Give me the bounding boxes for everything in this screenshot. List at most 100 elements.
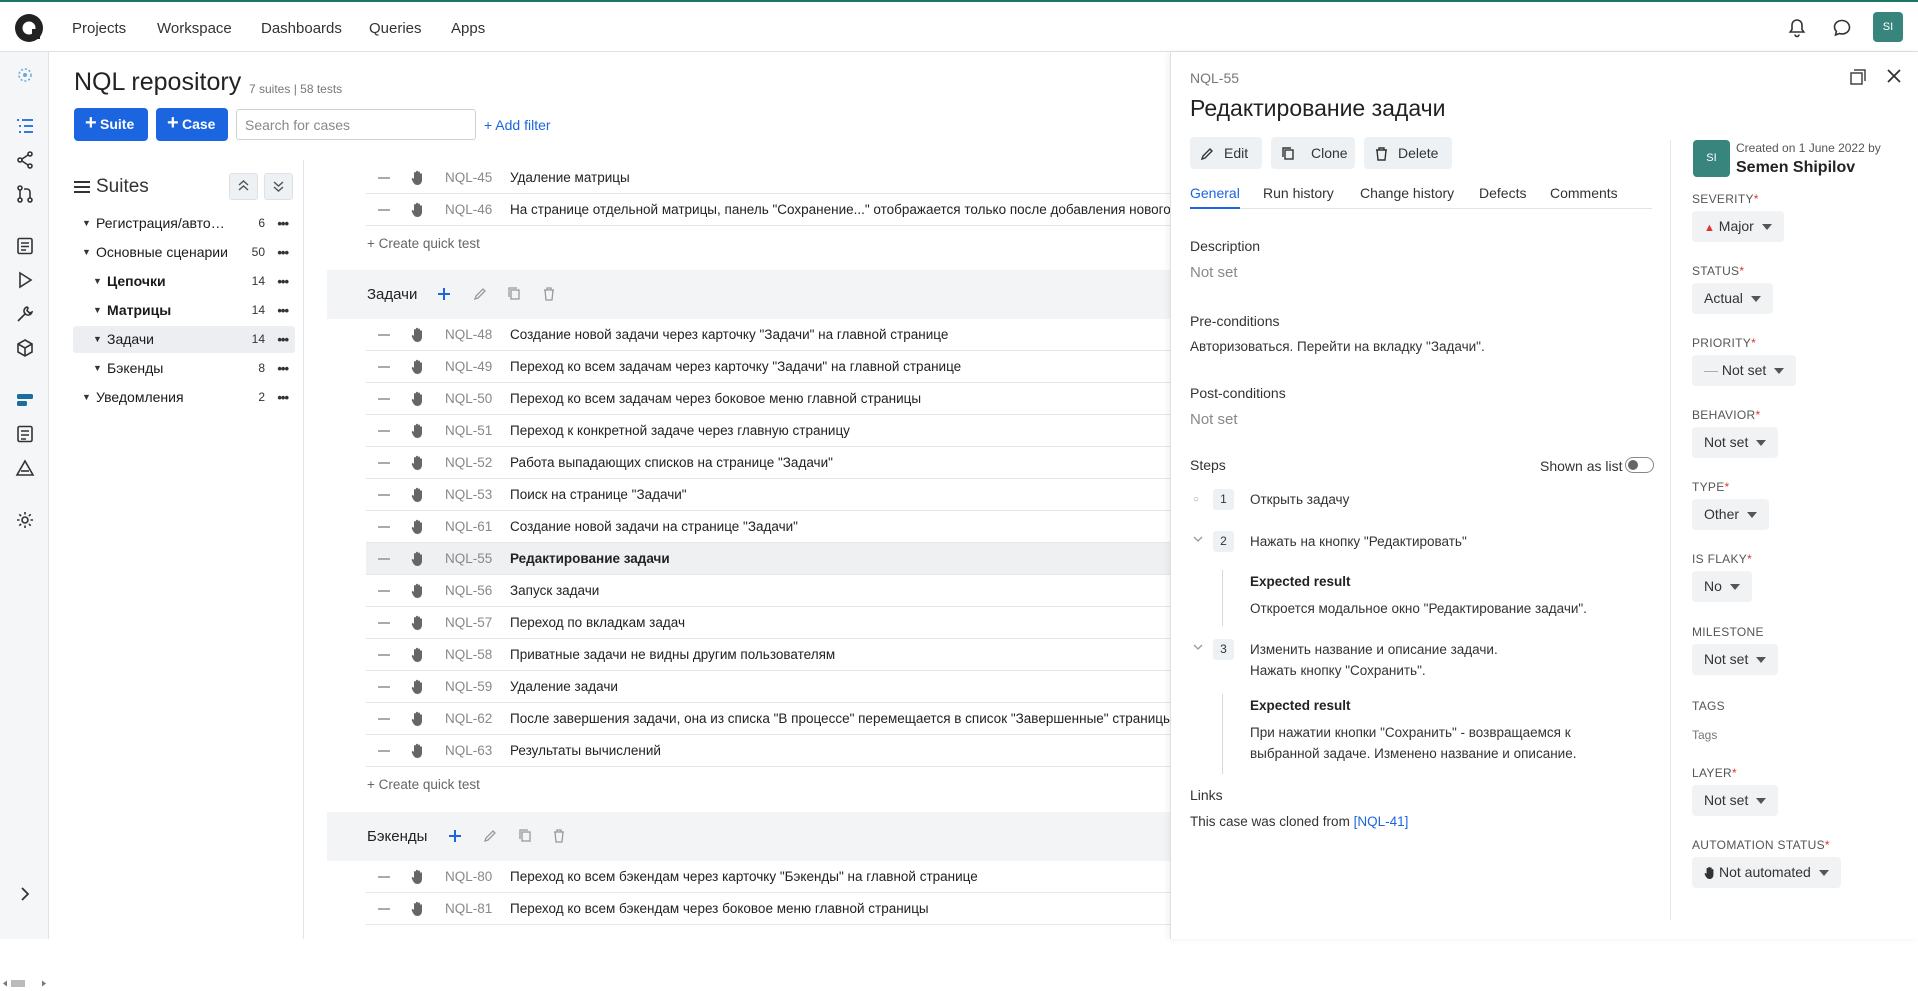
table-row[interactable]: NQL-58 Приватные задачи не видны другим п… bbox=[366, 639, 1170, 671]
drag-handle-icon[interactable] bbox=[378, 686, 390, 688]
warning-triangle-icon[interactable] bbox=[15, 458, 35, 478]
step-action[interactable]: Нажать на кнопку "Редактировать" bbox=[1250, 531, 1467, 552]
more-dots-icon[interactable]: ••• bbox=[277, 239, 289, 266]
tab-comments[interactable]: Comments bbox=[1550, 185, 1618, 201]
database-icon[interactable] bbox=[15, 390, 35, 410]
tab-defects[interactable]: Defects bbox=[1479, 185, 1526, 201]
table-row[interactable]: NQL-45 Удаление матрицы bbox=[366, 162, 1170, 194]
caret-down-icon[interactable]: ▼ bbox=[82, 239, 91, 266]
type-select[interactable]: Other bbox=[1692, 499, 1770, 530]
drag-handle-icon[interactable] bbox=[378, 462, 390, 464]
tab-general[interactable]: General bbox=[1190, 185, 1240, 201]
drag-handle-icon[interactable] bbox=[378, 177, 390, 179]
priority-select[interactable]: — Not set bbox=[1692, 355, 1797, 386]
drag-handle-icon[interactable] bbox=[378, 750, 390, 752]
suite-notifications[interactable]: ▼ Уведомления 2 ••• bbox=[73, 384, 295, 411]
shared-steps-icon[interactable] bbox=[15, 150, 35, 170]
table-row[interactable]: NQL-48 Создание новой задачи через карточ… bbox=[366, 319, 1170, 351]
tab-run-history[interactable]: Run history bbox=[1263, 185, 1334, 201]
collapse-all-button[interactable] bbox=[229, 173, 258, 200]
pencil-icon[interactable] bbox=[482, 827, 498, 845]
horizontal-scrollbar[interactable] bbox=[0, 976, 49, 991]
milestone-select[interactable]: Not set bbox=[1692, 644, 1779, 675]
expand-sidebar-icon[interactable] bbox=[15, 884, 35, 904]
search-input[interactable] bbox=[236, 109, 476, 140]
project-logo-icon[interactable] bbox=[15, 65, 35, 85]
automation-status-select[interactable]: Not automated bbox=[1692, 857, 1841, 888]
table-row[interactable]: NQL-49 Переход ко всем задачам через карт… bbox=[366, 351, 1170, 383]
add-filter-button[interactable]: + Add filter bbox=[484, 117, 551, 133]
expected-result-text[interactable]: Откроется модальное окно "Редактирование… bbox=[1250, 598, 1587, 619]
nav-projects[interactable]: Projects bbox=[72, 20, 126, 37]
plus-icon[interactable] bbox=[436, 285, 452, 303]
tags-input[interactable]: Tags bbox=[1692, 728, 1717, 742]
behavior-select[interactable]: Not set bbox=[1692, 427, 1779, 458]
add-suite-button[interactable]: + Suite bbox=[74, 108, 148, 141]
layer-select[interactable]: Not set bbox=[1692, 785, 1779, 816]
delete-button[interactable]: Delete bbox=[1364, 137, 1452, 169]
expected-result-line1[interactable]: При нажатии кнопки "Сохранить" - возвращ… bbox=[1250, 722, 1571, 743]
copy-icon[interactable] bbox=[506, 285, 522, 303]
suite-main-scenarios[interactable]: ▼ Основные сценарии 50 ••• bbox=[73, 239, 295, 266]
preconditions-value[interactable]: Авторизоваться. Перейти на вкладку "Зада… bbox=[1190, 339, 1485, 354]
shown-as-list-toggle[interactable] bbox=[1625, 457, 1654, 473]
cloned-from-link[interactable]: [NQL-41] bbox=[1354, 814, 1409, 829]
table-row[interactable]: NQL-53 Поиск на странице "Задачи" bbox=[366, 479, 1170, 511]
description-value[interactable]: Not set bbox=[1190, 264, 1238, 281]
tab-change-history[interactable]: Change history bbox=[1360, 185, 1454, 201]
chevron-down-icon[interactable] bbox=[1193, 642, 1203, 652]
suite-matrices[interactable]: ▼ Матрицы 14 ••• bbox=[73, 297, 295, 324]
drag-handle-icon[interactable] bbox=[378, 654, 390, 656]
expand-all-button[interactable] bbox=[264, 173, 293, 200]
table-row[interactable]: NQL-61 Создание новой задачи на странице … bbox=[366, 511, 1170, 543]
document-icon[interactable] bbox=[15, 424, 35, 444]
drag-handle-icon[interactable] bbox=[378, 430, 390, 432]
table-row[interactable]: NQL-55 Редактирование задачи bbox=[366, 543, 1170, 575]
nav-workspace[interactable]: Workspace bbox=[157, 20, 232, 37]
test-plans-icon[interactable] bbox=[15, 236, 35, 256]
table-row[interactable]: NQL-52 Работа выпадающих списков на стран… bbox=[366, 447, 1170, 479]
wrench-icon[interactable] bbox=[15, 304, 35, 324]
nav-queries[interactable]: Queries bbox=[369, 20, 422, 37]
expected-result-line2[interactable]: выбранной задаче. Изменено название и оп… bbox=[1250, 743, 1576, 764]
drag-handle-icon[interactable] bbox=[378, 590, 390, 592]
step-action-line1[interactable]: Изменить название и описание задачи. bbox=[1250, 639, 1498, 660]
more-dots-icon[interactable]: ••• bbox=[277, 297, 289, 324]
table-row[interactable]: NQL-63 Результаты вычислений bbox=[366, 735, 1170, 767]
status-select[interactable]: Actual bbox=[1692, 283, 1773, 314]
drag-handle-icon[interactable] bbox=[378, 209, 390, 211]
edit-button[interactable]: Edit bbox=[1190, 137, 1262, 169]
drag-handle-icon[interactable] bbox=[378, 622, 390, 624]
drag-handle-icon[interactable] bbox=[378, 398, 390, 400]
table-row[interactable]: NQL-59 Удаление задачи bbox=[366, 671, 1170, 703]
suite-chains[interactable]: ▼ Цепочки 14 ••• bbox=[73, 268, 295, 295]
more-dots-icon[interactable]: ••• bbox=[277, 355, 289, 382]
test-runs-icon[interactable] bbox=[15, 270, 35, 290]
caret-down-icon[interactable]: ▼ bbox=[82, 384, 91, 411]
settings-gear-icon[interactable] bbox=[15, 510, 35, 530]
package-icon[interactable] bbox=[15, 338, 35, 358]
hamburger-icon[interactable] bbox=[74, 180, 90, 194]
is-flaky-select[interactable]: No bbox=[1692, 571, 1752, 602]
step-action-line2[interactable]: Нажать кнопку "Сохранить". bbox=[1250, 660, 1426, 681]
open-in-window-icon[interactable] bbox=[1849, 68, 1867, 86]
table-row[interactable]: NQL-81 Переход ко всем бэкендам через бок… bbox=[366, 893, 1170, 925]
suite-backends[interactable]: ▼ Бэкенды 8 ••• bbox=[73, 355, 295, 382]
test-cases-icon[interactable] bbox=[15, 116, 35, 136]
drag-handle-icon[interactable] bbox=[378, 558, 390, 560]
drag-handle-icon[interactable] bbox=[378, 366, 390, 368]
caret-down-icon[interactable]: ▼ bbox=[93, 326, 102, 353]
drag-handle-icon[interactable] bbox=[378, 876, 390, 878]
nav-dashboards[interactable]: Dashboards bbox=[261, 20, 342, 37]
create-quick-test-button[interactable]: + Create quick test bbox=[367, 236, 480, 251]
branches-icon[interactable] bbox=[15, 184, 35, 204]
table-row[interactable]: NQL-80 Переход ко всем бэкендам через кар… bbox=[366, 861, 1170, 893]
pencil-icon[interactable] bbox=[472, 285, 488, 303]
more-dots-icon[interactable]: ••• bbox=[277, 210, 289, 237]
postconditions-value[interactable]: Not set bbox=[1190, 411, 1238, 428]
chat-icon[interactable] bbox=[1832, 18, 1852, 38]
copy-icon[interactable] bbox=[517, 827, 533, 845]
table-row[interactable]: NQL-56 Запуск задачи bbox=[366, 575, 1170, 607]
severity-select[interactable]: ▲ Major bbox=[1692, 211, 1784, 242]
caret-down-icon[interactable]: ▼ bbox=[82, 210, 91, 237]
